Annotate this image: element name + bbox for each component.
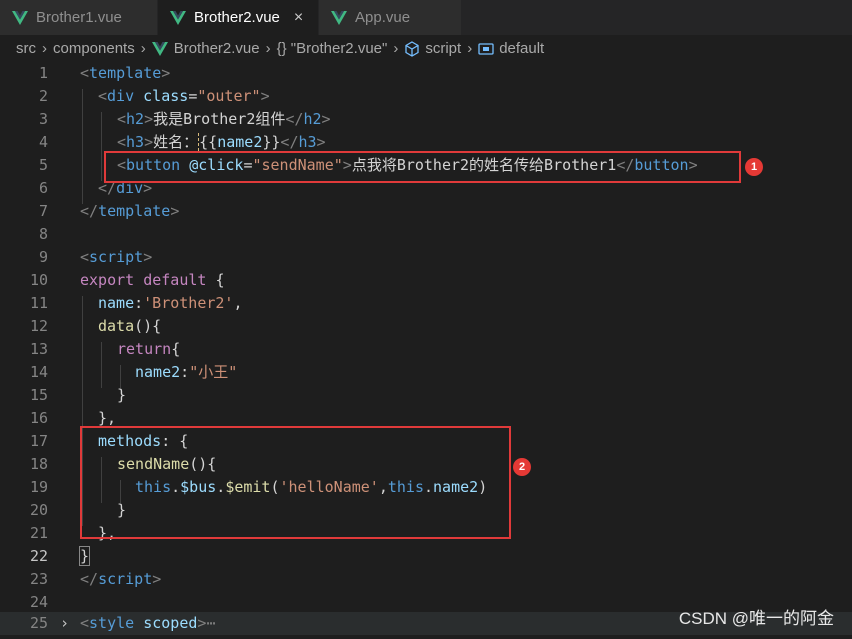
line-number: 22 (29, 547, 48, 565)
vue-file-icon (12, 10, 28, 25)
code-line: 15 } (0, 384, 852, 407)
breadcrumb-item-components[interactable]: components (53, 40, 135, 57)
line-number: 10 (29, 271, 48, 289)
line-number: 1 (38, 64, 48, 82)
folded-ellipsis-icon[interactable]: ⋯ (206, 614, 215, 632)
line-number: 17 (29, 432, 48, 450)
code-line: 2 <div class="outer"> (0, 85, 852, 108)
vue-file-icon (170, 10, 186, 25)
line-number: 14 (29, 363, 48, 381)
line-number: 24 (29, 593, 48, 611)
line-number: 21 (29, 524, 48, 542)
line-number: 7 (38, 202, 48, 220)
line-number: 6 (38, 179, 48, 197)
line-number: 9 (38, 248, 48, 266)
code-line: 7 </template> (0, 200, 852, 223)
code-text: </script> (80, 570, 162, 588)
code-editor[interactable]: 1 <template> 2 <div class="outer"> 3 <h2… (0, 62, 852, 639)
line-number: 20 (29, 501, 48, 519)
tab-app[interactable]: App.vue (319, 0, 462, 35)
code-text: } (117, 386, 127, 404)
breadcrumb-item-file[interactable]: Brother2.vue (174, 40, 260, 57)
breadcrumb-item-module[interactable]: {} "Brother2.vue" (277, 40, 388, 57)
breadcrumb: src › components › Brother2.vue › {} "Br… (0, 35, 852, 62)
breadcrumb-item-default[interactable]: default (499, 40, 544, 57)
breadcrumb-item-src[interactable]: src (16, 40, 36, 57)
code-text: name2:"小王" (135, 363, 238, 381)
tab-brother1[interactable]: Brother1.vue (0, 0, 158, 35)
line-number: 25 (29, 614, 48, 632)
annotation-box-1 (104, 151, 741, 183)
line-number: 19 (29, 478, 48, 496)
code-text: data(){ (98, 317, 162, 335)
chevron-right-icon: › (265, 40, 271, 57)
line-number: 11 (29, 294, 48, 312)
code-text: <style scoped>⋯ (80, 614, 216, 632)
line-number: 2 (38, 87, 48, 105)
annotation-box-2 (80, 426, 511, 539)
annotation-badge-2: 2 (513, 458, 531, 476)
chevron-right-icon: › (140, 40, 146, 57)
code-text: <h2>我是Brother2组件</h2> (117, 110, 331, 128)
line-number: 3 (38, 110, 48, 128)
code-text: <div class="outer"> (98, 87, 270, 105)
code-line: 1 <template> (0, 62, 852, 85)
annotation-badge-1: 1 (745, 158, 763, 176)
code-line: 3 <h2>我是Brother2组件</h2> (0, 108, 852, 131)
code-line: 8 (0, 223, 852, 246)
line-number: 23 (29, 570, 48, 588)
code-line: 13 return{ (0, 338, 852, 361)
chevron-right-icon[interactable]: › (60, 612, 69, 635)
code-text: name:'Brother2', (98, 294, 243, 312)
close-icon[interactable]: × (294, 9, 303, 27)
code-text: } (78, 546, 91, 566)
line-number: 18 (29, 455, 48, 473)
chevron-right-icon: › (393, 40, 399, 57)
line-number: 5 (38, 156, 48, 174)
tab-label: Brother2.vue (194, 9, 280, 26)
tab-brother2[interactable]: Brother2.vue × (158, 0, 319, 35)
line-number: 13 (29, 340, 48, 358)
variable-icon (478, 42, 494, 55)
code-line: 22 } (0, 545, 852, 568)
code-text: export default { (80, 271, 225, 289)
tab-label: App.vue (355, 9, 411, 26)
code-line: 12 data(){ (0, 315, 852, 338)
cube-icon (405, 40, 419, 57)
chevron-right-icon: › (42, 40, 47, 57)
line-number: 4 (38, 133, 48, 151)
watermark: CSDN @唯一的阿金 (678, 609, 834, 628)
code-text: </template> (80, 202, 180, 220)
code-text: <template> (80, 64, 171, 82)
code-line: 11 name:'Brother2', (0, 292, 852, 315)
code-text: <script> (80, 248, 153, 266)
line-number: 8 (38, 225, 48, 243)
code-line: 14 name2:"小王" (0, 361, 852, 384)
line-number: 15 (29, 386, 48, 404)
code-line: 9 <script> (0, 246, 852, 269)
code-line: 23 </script> (0, 568, 852, 591)
line-number: 16 (29, 409, 48, 427)
code-text: return{ (117, 340, 181, 358)
line-number: 12 (29, 317, 48, 335)
tab-bar: Brother1.vue Brother2.vue × App.vue (0, 0, 852, 35)
vue-file-icon (331, 10, 347, 25)
code-line: 10 export default { (0, 269, 852, 292)
chevron-right-icon: › (467, 40, 473, 57)
vue-file-icon (151, 41, 168, 56)
tab-label: Brother1.vue (36, 9, 122, 26)
breadcrumb-item-script[interactable]: script (425, 40, 461, 57)
